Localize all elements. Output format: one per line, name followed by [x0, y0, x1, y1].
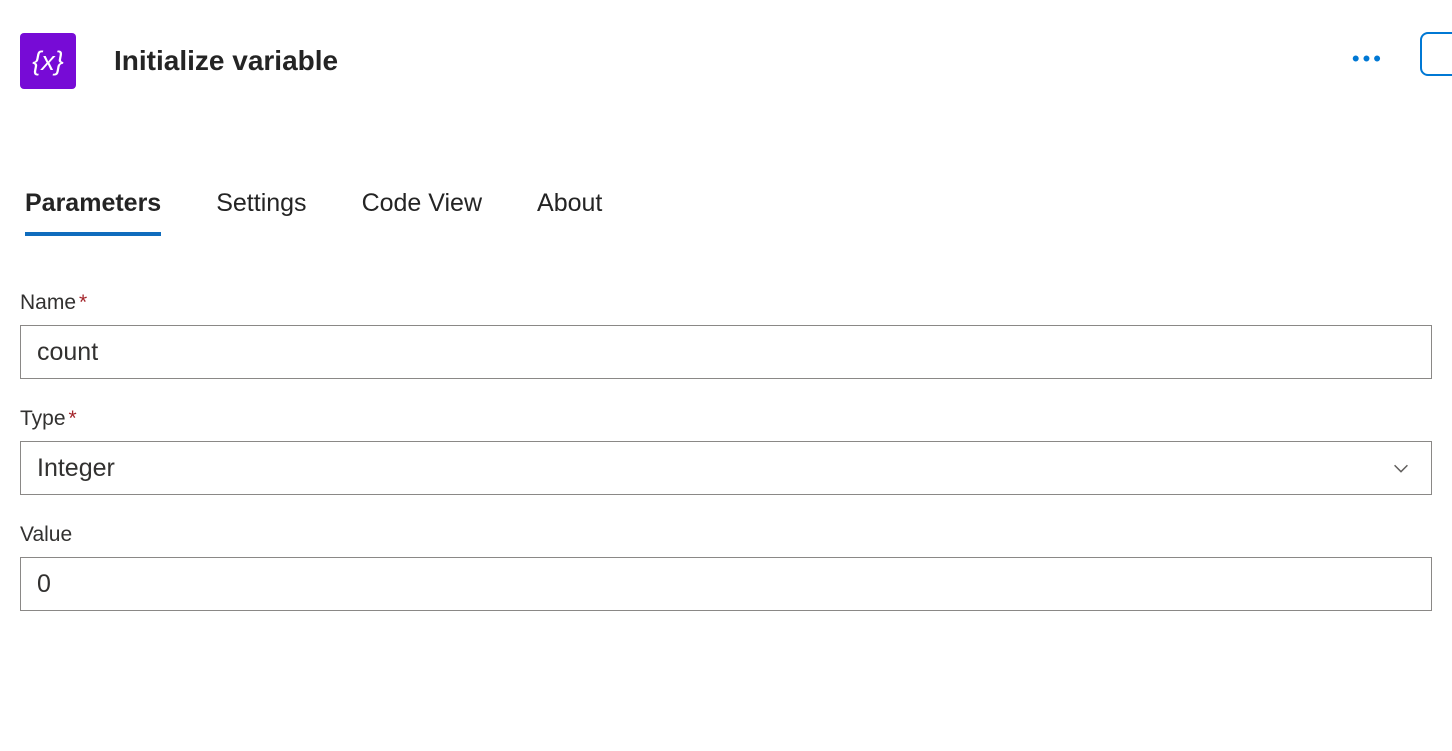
required-asterisk: * — [79, 291, 87, 314]
field-name: Name* — [20, 291, 1432, 379]
type-label-text: Type — [20, 407, 66, 430]
type-label: Type* — [20, 407, 1432, 431]
parameters-form: Name* Type* Integer Value — [0, 236, 1452, 611]
name-label-text: Name — [20, 291, 76, 314]
tab-about[interactable]: About — [537, 189, 602, 236]
name-label: Name* — [20, 291, 1432, 315]
value-label: Value — [20, 523, 1432, 547]
field-value: Value — [20, 523, 1432, 611]
tab-parameters[interactable]: Parameters — [25, 189, 161, 236]
tabs-bar: Parameters Settings Code View About — [0, 104, 1452, 236]
type-select-wrap: Integer — [20, 441, 1432, 495]
type-select[interactable]: Integer — [20, 441, 1432, 495]
required-asterisk: * — [69, 407, 77, 430]
tab-code-view[interactable]: Code View — [362, 189, 482, 236]
right-partial-panel — [1420, 32, 1452, 76]
more-menu-button[interactable]: ••• — [1352, 48, 1384, 70]
card-header: {x} Initialize variable ••• — [0, 0, 1452, 104]
value-input[interactable] — [20, 557, 1432, 611]
value-label-text: Value — [20, 523, 72, 546]
variable-icon: {x} — [20, 33, 76, 89]
action-title: Initialize variable — [114, 45, 338, 77]
field-type: Type* Integer — [20, 407, 1432, 495]
tab-settings[interactable]: Settings — [216, 189, 306, 236]
name-input[interactable] — [20, 325, 1432, 379]
